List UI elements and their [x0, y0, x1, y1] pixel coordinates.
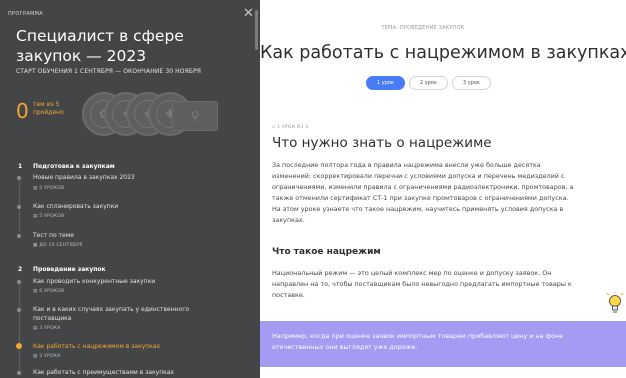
topic-meta: ▤ 6 УРОКОВ	[33, 289, 65, 294]
topic-label: ТЕМА: ПРОВЕДЕНИЕ ЗАКУПОК	[381, 25, 465, 31]
timeline-line	[19, 279, 20, 374]
program-title: Специалист в сфере закупок — 2023	[16, 27, 184, 65]
lightbulb-icon	[606, 292, 624, 313]
sidebar-topic-item[interactable]: Тест по теме	[33, 231, 223, 240]
lesson-tabs: 1 урок 2 урок 3 урок	[366, 76, 491, 90]
sidebar-topic-item[interactable]: Как проводить конкурентные закупки	[33, 277, 223, 286]
document-icon: ▫	[272, 125, 276, 130]
sidebar-topic-item[interactable]: Как работать с преимуществами в закупках	[33, 368, 223, 377]
section-number: 2	[18, 266, 23, 273]
section-title: Проведение закупок	[33, 266, 106, 273]
tab-lesson-2[interactable]: 2 урок	[408, 76, 448, 90]
close-icon[interactable]: ✕	[243, 7, 254, 20]
intro-paragraph: За последние полтора года в правила нацр…	[272, 161, 574, 224]
progress-count: 0	[16, 99, 29, 123]
topic-meta: ▤ 3 УРОКА	[33, 354, 61, 359]
timeline-line	[19, 176, 20, 232]
sidebar-topic-item[interactable]: Новые правила в закупках 2023	[33, 173, 223, 182]
topic-status-dot	[17, 205, 21, 209]
progress-text: тем из 5 пройдено	[33, 101, 64, 116]
program-label: ПРОГРАММА	[8, 11, 43, 17]
topic-meta: ▤ 5 УРОКОВ	[33, 186, 65, 191]
sidebar-topic-item[interactable]: Как спланировать закупки	[33, 202, 223, 211]
sidebar-topic-item[interactable]: Как и в каких случаях закупать у единств…	[33, 305, 223, 323]
sidebar-topic-item-active[interactable]: Как работать с нацрежимом в закупках	[33, 342, 223, 351]
tab-lesson-1[interactable]: 1 урок	[366, 76, 405, 90]
topic-status-dot	[17, 371, 21, 375]
section-heading: Что нужно знать о нацрежиме	[272, 135, 492, 151]
subheading: Что такое нацрежим	[272, 247, 381, 257]
topic-meta: ▦ ДО 10 СЕНТЯБРЯ	[33, 243, 83, 248]
topic-status-dot	[17, 308, 21, 312]
achievement-badges: ✿ ✦ ★ ✚ ⚲	[82, 92, 252, 138]
topic-status-dot-active	[16, 343, 22, 349]
lesson-title: Как работать с нацрежимом в закупках	[260, 43, 626, 63]
example-callout-text: Например, когда при оценке заявок импорт…	[272, 332, 564, 351]
lesson-content: ТЕМА: ПРОВЕДЕНИЕ ЗАКУПОК Как работать с …	[260, 0, 626, 378]
topic-meta: ▤ 3 УРОКА	[33, 326, 61, 331]
topic-status-dot	[17, 176, 21, 180]
certificate-icon: ⚲	[172, 101, 218, 131]
topic-status-dot	[17, 234, 21, 238]
program-dates: СТАРТ ОБУЧЕНИЯ 1 СЕНТЯБРЯ — ОКОНЧАНИЕ 30…	[16, 68, 202, 75]
program-sidebar: ✕ ПРОГРАММА Специалист в сфере закупок —…	[0, 0, 260, 378]
sidebar-scrollbar[interactable]	[255, 10, 258, 50]
topic-meta: ▤ 5 УРОКОВ	[33, 214, 65, 219]
definition-paragraph: Национальный режим — это целый комплекс …	[272, 269, 572, 299]
step-label: ▫ 1 УРОК ИЗ 3	[272, 125, 309, 130]
topic-status-dot	[17, 280, 21, 284]
section-title: Подготовка к закупкам	[33, 163, 115, 170]
tab-lesson-3[interactable]: 3 урок	[451, 76, 491, 90]
section-number: 1	[18, 163, 23, 170]
